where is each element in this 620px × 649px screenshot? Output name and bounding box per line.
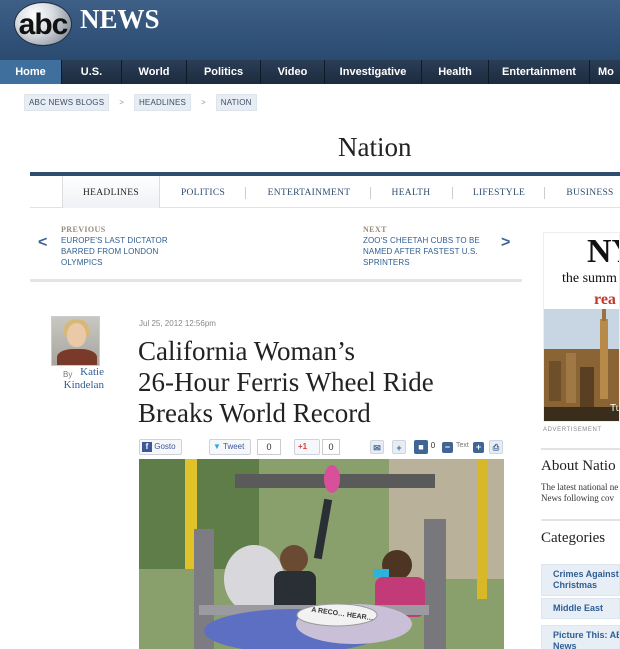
chevron-left-icon[interactable]: < — [38, 234, 47, 252]
ad-rea-text: rea — [594, 291, 616, 308]
advertisement-banner[interactable]: NY the summ rea Tu — [543, 232, 620, 422]
category-middle-east[interactable]: Middle East — [541, 598, 620, 619]
print-icon[interactable]: ⎙ — [489, 440, 503, 454]
about-section-title: About Natio — [541, 458, 616, 474]
breadcrumb-nation[interactable]: NATION — [215, 94, 257, 111]
prev-next-nav: < PREVIOUS EUROPE'S LAST DICTATOR BARRED… — [30, 210, 522, 282]
article-headline: California Woman’s 26-Hour Ferris Wheel … — [138, 336, 518, 429]
share-bar: f Gosto ▼ Tweet 0 +1 0 ✉ + ■ 0 − Text + … — [139, 439, 504, 457]
abc-logo-text: abc — [18, 8, 69, 41]
facebook-label: Gosto — [154, 442, 176, 451]
nav-item-us[interactable]: U.S. — [62, 60, 122, 84]
text-size-minus-icon[interactable]: − — [442, 442, 453, 453]
google-plus-label: +1 — [298, 442, 308, 451]
nav-item-investigative[interactable]: Investigative — [325, 60, 422, 84]
category-picture-this-abc-news[interactable]: Picture This: AB News — [541, 625, 620, 649]
tab-separator — [245, 187, 246, 199]
headline-line: California Woman’s — [138, 336, 356, 366]
text-size-plus-icon[interactable]: + — [473, 442, 484, 453]
text-size-label: Text — [456, 442, 469, 449]
nav-item-health[interactable]: Health — [422, 60, 489, 84]
category-label: Crimes Against — [553, 569, 619, 579]
category-label: News — [553, 641, 577, 649]
tab-separator — [452, 187, 453, 199]
category-label: Middle East — [553, 603, 604, 613]
nav-item-entertainment[interactable]: Entertainment — [489, 60, 590, 84]
ad-corner-text: Tu — [610, 403, 619, 414]
section-title: Nation — [338, 132, 412, 162]
facebook-like-button[interactable]: f Gosto — [139, 439, 182, 455]
tweet-count: 0 — [257, 439, 281, 455]
google-plus-count: 0 — [322, 439, 340, 455]
author-name-link[interactable]: Katie Kindelan — [58, 366, 104, 392]
author-avatar[interactable] — [51, 316, 100, 366]
nav-item-world[interactable]: World — [122, 60, 187, 84]
category-crimes-against-christmas[interactable]: Crimes Against Christmas — [541, 564, 620, 596]
rail-divider — [541, 519, 620, 521]
twitter-bird-icon: ▼ — [213, 442, 221, 451]
tab-headlines[interactable]: HEADLINES — [62, 176, 160, 208]
advertisement-label: ADVERTISEMENT — [543, 427, 602, 433]
category-label: Picture This: AB — [553, 630, 620, 640]
tab-entertainment[interactable]: ENTERTAINMENT — [256, 176, 362, 208]
comment-count: 0 — [430, 441, 436, 450]
ad-ny-text: NY — [587, 233, 619, 270]
tab-lifestyle[interactable]: LIFESTYLE — [462, 176, 536, 208]
tab-separator — [370, 187, 371, 199]
ad-city-image — [544, 309, 619, 421]
previous-post-line: OLYMPICS — [61, 258, 103, 267]
tab-health[interactable]: HEALTH — [380, 176, 442, 208]
site-header: abc NEWS — [0, 0, 620, 60]
breadcrumb-separator: > — [201, 98, 206, 107]
ad-summer-text: the summ — [562, 271, 617, 286]
about-text-line: News following cov — [541, 493, 614, 503]
next-post-line: ZOO'S CHEETAH CUBS TO BE — [363, 236, 480, 245]
nav-item-more[interactable]: Mo — [590, 60, 620, 84]
author-last-name: Kindelan — [63, 379, 104, 391]
next-post-line: NAMED AFTER FASTEST U.S. — [363, 247, 478, 256]
section-tabs: HEADLINES POLITICS ENTERTAINMENT HEALTH … — [30, 176, 620, 208]
rail-divider — [541, 448, 620, 450]
tweet-label: Tweet — [223, 442, 245, 451]
article-timestamp: Jul 25, 2012 12:56pm — [139, 319, 216, 328]
category-label: Christmas — [553, 580, 598, 590]
tab-separator — [544, 187, 545, 199]
share-plus-icon[interactable]: + — [392, 440, 406, 454]
news-logo-text[interactable]: NEWS — [80, 4, 160, 35]
chevron-right-icon[interactable]: > — [501, 234, 510, 252]
breadcrumb: ABC NEWS BLOGS > HEADLINES > NATION — [24, 94, 257, 111]
email-icon[interactable]: ✉ — [370, 440, 384, 454]
headline-line: 26-Hour Ferris Wheel Ride — [138, 367, 434, 397]
previous-label: PREVIOUS — [61, 225, 106, 234]
headline-line: Breaks World Record — [138, 398, 371, 428]
breadcrumb-headlines[interactable]: HEADLINES — [133, 94, 192, 111]
about-text-line: The latest national ne — [541, 482, 619, 492]
ferris-wheel-photo — [139, 459, 504, 649]
nav-item-home[interactable]: Home — [0, 60, 62, 84]
categories-title: Categories — [541, 530, 606, 546]
next-post-line: SPRINTERS — [363, 258, 410, 267]
main-nav: Home U.S. World Politics Video Investiga… — [0, 60, 620, 84]
comment-icon[interactable]: ■ — [414, 440, 428, 454]
tab-business[interactable]: BUSINESS — [555, 176, 620, 208]
abc-logo[interactable]: abc — [14, 2, 72, 46]
breadcrumb-separator: > — [119, 98, 124, 107]
nav-item-politics[interactable]: Politics — [187, 60, 261, 84]
nav-item-video[interactable]: Video — [261, 60, 325, 84]
author-first-name: Katie — [80, 366, 104, 378]
tab-politics[interactable]: POLITICS — [168, 176, 238, 208]
google-plus-one-button[interactable]: +1 — [294, 439, 320, 455]
previous-post-line: BARRED FROM LONDON — [61, 247, 159, 256]
facebook-icon: f — [142, 441, 152, 452]
article-photo[interactable]: A RECO… HEAR… — [139, 459, 504, 649]
about-section-text: The latest national ne News following co… — [541, 482, 620, 504]
next-label: NEXT — [363, 225, 387, 234]
previous-post-line: EUROPE'S LAST DICTATOR — [61, 236, 168, 245]
breadcrumb-abc-news-blogs[interactable]: ABC NEWS BLOGS — [24, 94, 110, 111]
tweet-button[interactable]: ▼ Tweet — [209, 439, 251, 455]
